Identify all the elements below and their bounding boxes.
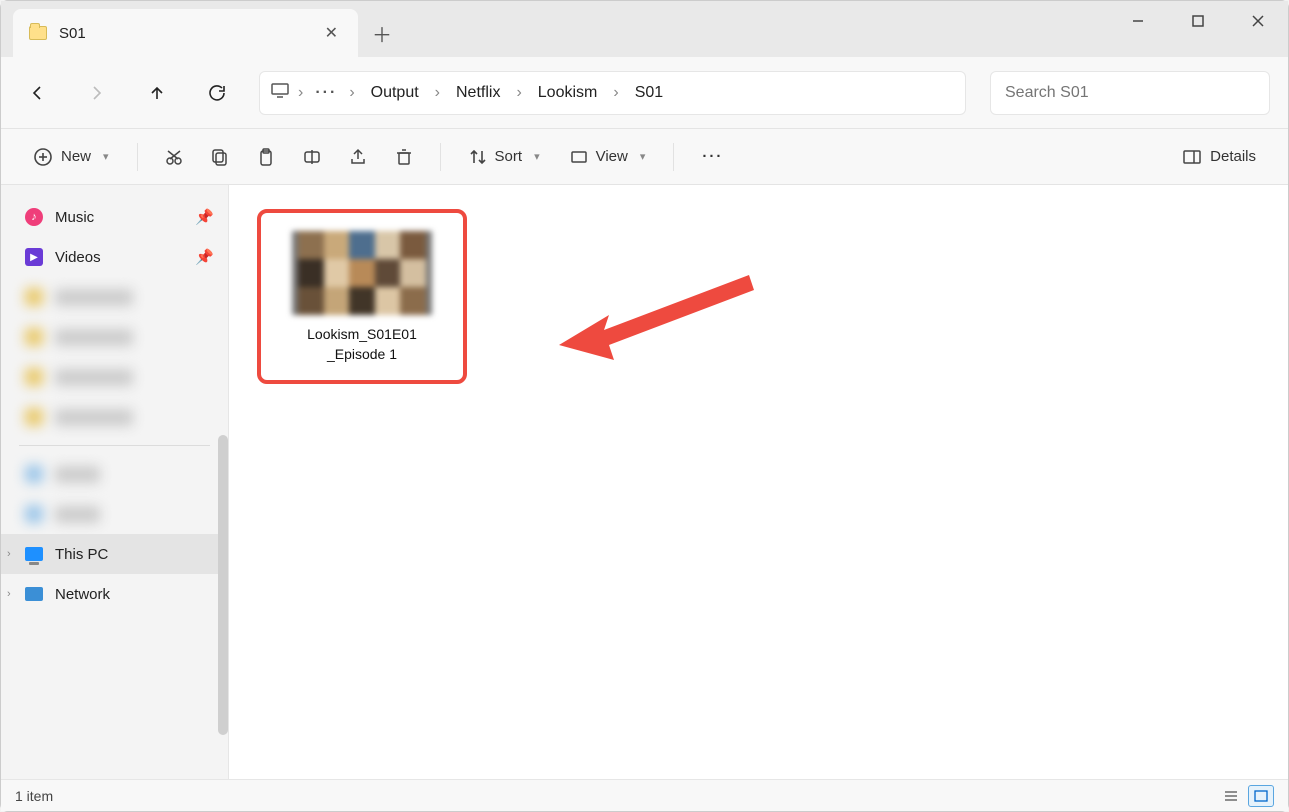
- window-controls: [1108, 1, 1288, 57]
- up-button[interactable]: [139, 75, 175, 111]
- close-tab-button[interactable]: ✕: [321, 19, 342, 47]
- chevron-right-icon[interactable]: ›: [347, 84, 356, 102]
- chevron-down-icon: ▾: [640, 150, 646, 163]
- forward-button[interactable]: [79, 75, 115, 111]
- icon-view-button[interactable]: [1248, 785, 1274, 807]
- status-bar: 1 item: [1, 779, 1288, 811]
- sidebar-item-network[interactable]: › Network: [1, 574, 228, 614]
- body: ♪ Music 📌 ▶ Videos 📌 hidden item hidden …: [1, 185, 1288, 779]
- pc-icon: [25, 547, 43, 561]
- sidebar-item-this-pc[interactable]: › This PC: [1, 534, 228, 574]
- annotation-arrow: [549, 245, 769, 405]
- maximize-button[interactable]: [1168, 1, 1228, 41]
- refresh-button[interactable]: [199, 75, 235, 111]
- new-tab-button[interactable]: ＋: [358, 9, 406, 57]
- view-button[interactable]: View ▾: [558, 139, 658, 175]
- details-pane-button[interactable]: Details: [1170, 139, 1268, 175]
- more-path-button[interactable]: ···: [311, 84, 341, 102]
- sidebar-label: Network: [55, 586, 110, 603]
- chevron-down-icon: ▾: [103, 150, 109, 163]
- monitor-icon: [270, 80, 290, 105]
- breadcrumb-segment[interactable]: Output: [363, 80, 427, 106]
- separator: [673, 143, 674, 171]
- paste-button[interactable]: [246, 139, 286, 175]
- chevron-down-icon: ▾: [534, 150, 540, 163]
- sidebar-item-hidden[interactable]: hidden item: [1, 277, 228, 317]
- separator: [440, 143, 441, 171]
- chevron-right-icon[interactable]: ›: [296, 84, 305, 102]
- chevron-right-icon[interactable]: ›: [433, 84, 442, 102]
- sidebar-label: This PC: [55, 546, 108, 563]
- details-label: Details: [1210, 148, 1256, 165]
- back-button[interactable]: [19, 75, 55, 111]
- sidebar-item-hidden[interactable]: hidden item: [1, 317, 228, 357]
- chevron-right-icon[interactable]: ›: [611, 84, 620, 102]
- minimize-button[interactable]: [1108, 1, 1168, 41]
- folder-icon: [29, 26, 47, 40]
- sort-button[interactable]: Sort ▾: [457, 139, 552, 175]
- sort-label: Sort: [495, 148, 523, 165]
- navigation-pane: ♪ Music 📌 ▶ Videos 📌 hidden item hidden …: [1, 185, 229, 779]
- file-list[interactable]: Lookism_S01E01_Episode 1: [229, 185, 1288, 779]
- rename-button[interactable]: [292, 139, 332, 175]
- sidebar-item-music[interactable]: ♪ Music 📌: [1, 197, 228, 237]
- separator: [19, 445, 210, 446]
- scrollbar[interactable]: [218, 435, 228, 735]
- tab-title: S01: [59, 25, 309, 42]
- address-bar[interactable]: › ··· › Output › Netflix › Lookism › S01: [259, 71, 966, 115]
- sidebar-item-hidden[interactable]: hidden item: [1, 357, 228, 397]
- toolbar: New ▾ Sort ▾ View ▾ ··· Details: [1, 129, 1288, 185]
- file-item[interactable]: Lookism_S01E01_Episode 1: [257, 209, 467, 384]
- item-count: 1 item: [15, 788, 53, 804]
- sidebar-label: Videos: [55, 249, 101, 266]
- new-label: New: [61, 148, 91, 165]
- network-icon: [25, 587, 43, 601]
- list-view-button[interactable]: [1218, 785, 1244, 807]
- breadcrumb-segment[interactable]: Netflix: [448, 80, 508, 106]
- sidebar-label: Music: [55, 209, 94, 226]
- window-tab[interactable]: S01 ✕: [13, 9, 358, 57]
- pin-icon[interactable]: 📌: [195, 248, 214, 266]
- view-label: View: [596, 148, 628, 165]
- expand-icon[interactable]: ›: [7, 548, 11, 560]
- sidebar-item-videos[interactable]: ▶ Videos 📌: [1, 237, 228, 277]
- new-button[interactable]: New ▾: [21, 139, 121, 175]
- delete-button[interactable]: [384, 139, 424, 175]
- title-bar: S01 ✕ ＋: [1, 1, 1288, 57]
- music-icon: ♪: [25, 208, 43, 226]
- copy-button[interactable]: [200, 139, 240, 175]
- sidebar-item-hidden[interactable]: hidden: [1, 454, 228, 494]
- breadcrumb-segment[interactable]: S01: [627, 80, 671, 106]
- navigation-bar: › ··· › Output › Netflix › Lookism › S01: [1, 57, 1288, 129]
- search-box[interactable]: [990, 71, 1270, 115]
- pin-icon[interactable]: 📌: [195, 208, 214, 226]
- breadcrumb-segment[interactable]: Lookism: [530, 80, 606, 106]
- chevron-right-icon[interactable]: ›: [514, 84, 523, 102]
- close-window-button[interactable]: [1228, 1, 1288, 41]
- file-name: Lookism_S01E01_Episode 1: [307, 325, 417, 364]
- video-icon: ▶: [25, 248, 43, 266]
- sidebar-item-hidden[interactable]: hidden item: [1, 397, 228, 437]
- more-button[interactable]: ···: [690, 139, 735, 175]
- separator: [137, 143, 138, 171]
- share-button[interactable]: [338, 139, 378, 175]
- cut-button[interactable]: [154, 139, 194, 175]
- sidebar-item-hidden[interactable]: hidden: [1, 494, 228, 534]
- search-input[interactable]: [1005, 84, 1255, 102]
- expand-icon[interactable]: ›: [7, 588, 11, 600]
- video-thumbnail: [292, 231, 432, 315]
